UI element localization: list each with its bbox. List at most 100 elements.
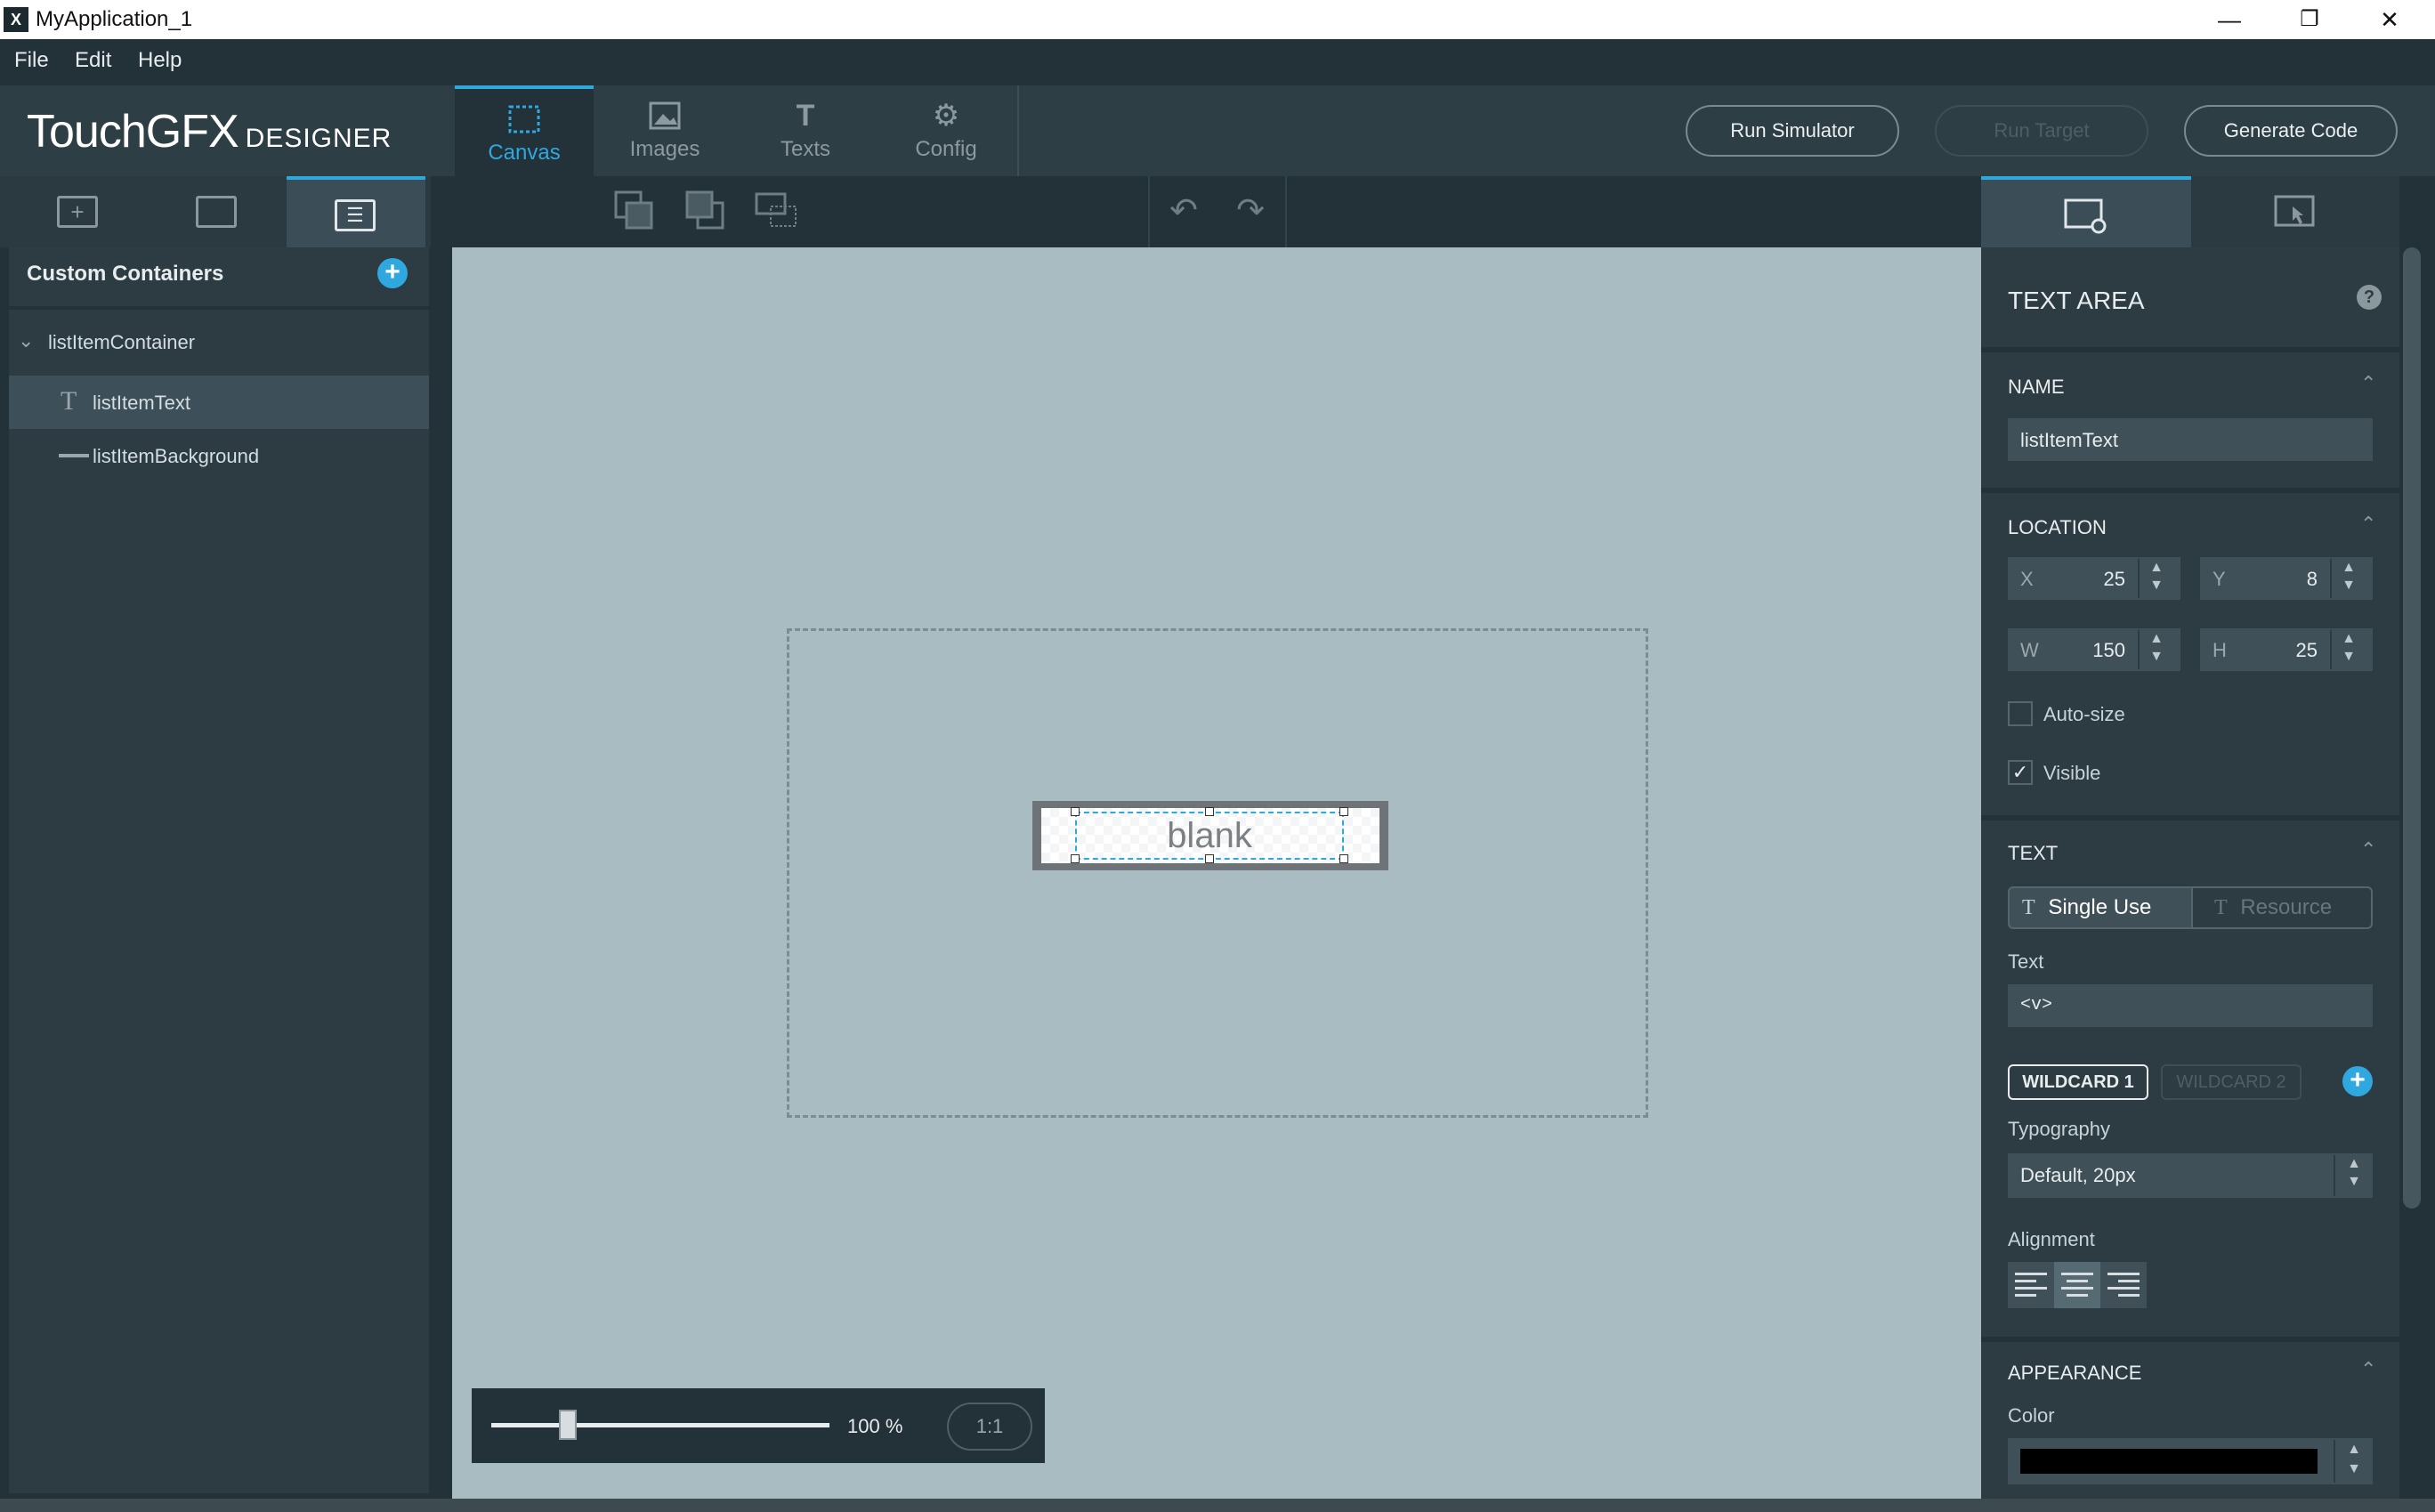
help-icon[interactable]: ? <box>2357 285 2382 310</box>
chevron-up-icon[interactable]: ⌃ <box>2360 838 2376 861</box>
align-right-button[interactable] <box>2100 1262 2147 1308</box>
align-line <box>2015 1280 2036 1282</box>
divider <box>1981 815 2399 821</box>
color-select[interactable]: ▲ ▼ <box>2008 1438 2373 1484</box>
align-line <box>2118 1294 2140 1297</box>
w-value: 150 <box>2092 639 2125 661</box>
typography-label: Typography <box>2008 1118 2110 1140</box>
minimize-icon[interactable]: — <box>2189 0 2269 39</box>
align-line <box>2118 1280 2140 1282</box>
x-input[interactable]: X 25 ▲ ▼ <box>2008 557 2180 600</box>
typography-select[interactable]: Default, 20px ▲ ▼ <box>2008 1153 2373 1198</box>
resource-toggle[interactable]: T Resource <box>2191 886 2373 929</box>
zoom-level: 100 % <box>847 1415 903 1437</box>
restore-icon[interactable]: ❐ <box>2269 0 2350 39</box>
name-input[interactable]: listItemText <box>2008 418 2373 461</box>
visible-checkbox[interactable]: ✓ <box>2008 760 2033 785</box>
tab-images[interactable]: Images <box>595 85 734 176</box>
undo-icon[interactable]: ↶ <box>1161 189 1206 233</box>
wildcard-2-button[interactable]: WILDCARD 2 <box>2161 1064 2302 1100</box>
w-input[interactable]: W 150 ▲ ▼ <box>2008 628 2180 671</box>
location-section-title: LOCATION <box>2008 516 2107 538</box>
menu-edit[interactable]: Edit <box>75 48 111 73</box>
zoom-slider-track[interactable] <box>491 1423 829 1427</box>
tree-item-container[interactable]: ⌄ listItemContainer <box>9 317 429 370</box>
send-backward-icon[interactable] <box>612 189 657 233</box>
resize-handle[interactable] <box>1339 807 1348 816</box>
canvas-icon <box>506 103 542 135</box>
align-left-button[interactable] <box>2008 1262 2054 1308</box>
autosize-checkbox[interactable] <box>2008 701 2033 726</box>
color-label: Color <box>2008 1404 2055 1427</box>
y-stepper[interactable]: ▲ ▼ <box>2330 559 2366 598</box>
tab-config-label: Config <box>915 137 977 161</box>
w-stepper[interactable]: ▲ ▼ <box>2138 630 2173 669</box>
app-icon: X <box>4 7 28 32</box>
color-stepper-icon: ▲ ▼ <box>2334 1440 2373 1483</box>
divider <box>1981 347 2399 352</box>
menu-help[interactable]: Help <box>138 48 182 73</box>
divider <box>9 306 429 310</box>
properties-tab[interactable] <box>1981 176 2191 247</box>
window-title: MyApplication_1 <box>36 7 193 31</box>
visible-label: Visible <box>2043 762 2101 784</box>
h-stepper[interactable]: ▲ ▼ <box>2330 630 2366 669</box>
chevron-up-icon[interactable]: ⌃ <box>2360 513 2376 536</box>
align-center-button[interactable] <box>2054 1262 2100 1308</box>
add-wildcard-button[interactable]: + <box>2342 1066 2373 1096</box>
interactions-tab[interactable] <box>2191 176 2401 247</box>
y-input[interactable]: Y 8 ▲ ▼ <box>2200 557 2373 600</box>
text-t-icon: T <box>2214 896 2228 919</box>
tab-canvas-label: Canvas <box>488 141 561 165</box>
add-container-button[interactable]: + <box>377 258 408 288</box>
resize-handle[interactable] <box>1205 854 1214 863</box>
add-widget-tab[interactable]: + <box>9 176 148 247</box>
tree-item-text[interactable]: T listItemText <box>9 376 429 429</box>
h-label: H <box>2213 639 2227 661</box>
properties-scrollbar[interactable] <box>2403 247 2421 1209</box>
text-label: Text <box>2008 950 2044 973</box>
wildcard-1-button[interactable]: WILDCARD 1 <box>2008 1064 2148 1100</box>
resize-handle[interactable] <box>1071 807 1080 816</box>
resize-handle[interactable] <box>1071 854 1080 863</box>
text-t-icon: T <box>61 386 77 416</box>
generate-code-button[interactable]: Generate Code <box>2184 105 2398 157</box>
screens-tab[interactable] <box>148 176 287 247</box>
add-widget-icon: + <box>57 196 98 228</box>
x-stepper[interactable]: ▲ ▼ <box>2138 559 2173 598</box>
text-section-title: TEXT <box>2008 842 2059 864</box>
redo-icon[interactable]: ↷ <box>1228 189 1273 233</box>
align-line <box>2015 1294 2036 1297</box>
close-icon[interactable]: ✕ <box>2350 0 2430 39</box>
h-input[interactable]: H 25 ▲ ▼ <box>2200 628 2373 671</box>
resize-handle[interactable] <box>1205 807 1214 816</box>
alignment-label: Alignment <box>2008 1228 2095 1250</box>
container-bounds[interactable] <box>787 628 1648 1118</box>
text-input[interactable]: <v> <box>2008 984 2373 1027</box>
menu-file[interactable]: File <box>14 48 49 73</box>
zoom-slider-thumb[interactable] <box>559 1410 577 1440</box>
chevron-up-icon[interactable]: ⌃ <box>2360 1358 2376 1381</box>
single-use-toggle[interactable]: T Single Use <box>2008 886 2193 929</box>
run-simulator-button[interactable]: Run Simulator <box>1686 105 1899 157</box>
tab-texts[interactable]: T Texts <box>736 85 875 176</box>
run-target-button[interactable]: Run Target <box>1935 105 2148 157</box>
custom-containers-title: Custom Containers <box>27 262 224 286</box>
tree-item-background[interactable]: listItemBackground <box>9 429 429 482</box>
align-line <box>2015 1273 2047 1275</box>
resize-handle[interactable] <box>1339 854 1348 863</box>
custom-containers-tab[interactable]: ☰ <box>287 176 425 247</box>
logo-text: TouchGFX <box>27 106 239 158</box>
zoom-reset-button[interactable]: 1:1 <box>947 1403 1032 1451</box>
single-use-label: Single Use <box>2048 895 2152 919</box>
chevron-up-icon[interactable]: ⌃ <box>2360 372 2376 395</box>
typography-stepper-icon: ▲ ▼ <box>2334 1155 2373 1196</box>
tab-config[interactable]: ⚙ Config <box>877 85 1015 176</box>
align-line <box>2015 1287 2047 1290</box>
tab-canvas[interactable]: Canvas <box>455 85 594 176</box>
x-label: X <box>2020 568 2034 590</box>
bring-forward-icon[interactable] <box>684 189 728 233</box>
group-icon[interactable] <box>755 189 799 233</box>
h-value: 25 <box>2295 639 2318 661</box>
selection-outline <box>1075 812 1344 860</box>
